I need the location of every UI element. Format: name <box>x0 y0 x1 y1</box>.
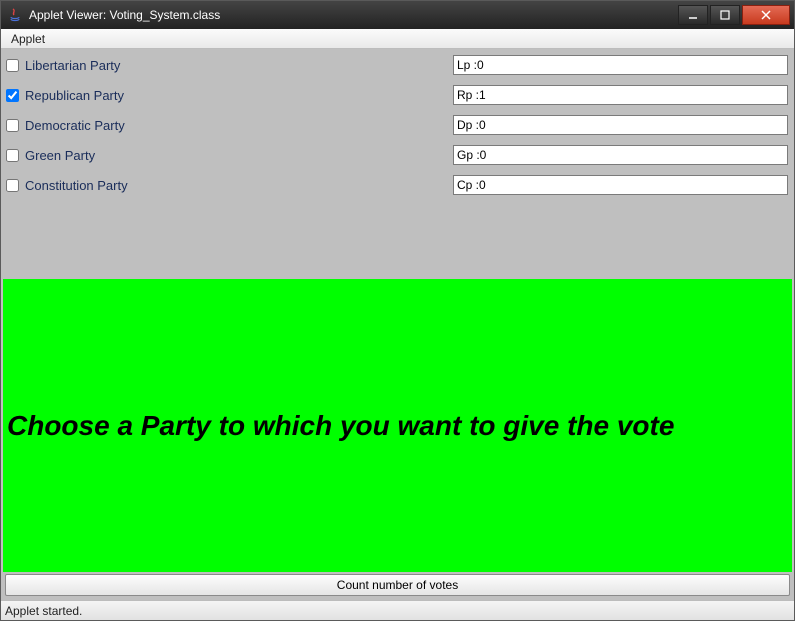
checkbox-libertarian[interactable] <box>6 59 19 72</box>
prompt-text: Choose a Party to which you want to give… <box>7 410 674 442</box>
party-row: Green Party <box>3 143 792 167</box>
field-green[interactable] <box>453 145 788 165</box>
party-panel: Libertarian Party Republican Party <box>3 49 792 279</box>
applet-content: Libertarian Party Republican Party <box>1 49 794 600</box>
window-buttons <box>676 5 790 25</box>
close-button[interactable] <box>742 5 790 25</box>
maximize-button[interactable] <box>710 5 740 25</box>
label-libertarian: Libertarian Party <box>25 58 120 73</box>
checkbox-green[interactable] <box>6 149 19 162</box>
field-democratic[interactable] <box>453 115 788 135</box>
party-row: Constitution Party <box>3 173 792 197</box>
checkbox-democratic[interactable] <box>6 119 19 132</box>
party-row: Democratic Party <box>3 113 792 137</box>
label-green: Green Party <box>25 148 95 163</box>
titlebar: Applet Viewer: Voting_System.class <box>1 1 794 29</box>
applet-viewer-window: Applet Viewer: Voting_System.class Apple… <box>0 0 795 621</box>
message-panel: Choose a Party to which you want to give… <box>3 279 792 572</box>
party-row: Republican Party <box>3 83 792 107</box>
statusbar: Applet started. <box>1 600 794 620</box>
label-democratic: Democratic Party <box>25 118 125 133</box>
menubar: Applet <box>1 29 794 49</box>
minimize-button[interactable] <box>678 5 708 25</box>
field-libertarian[interactable] <box>453 55 788 75</box>
button-panel: Count number of votes <box>3 572 792 598</box>
menu-applet[interactable]: Applet <box>5 30 51 48</box>
label-republican: Republican Party <box>25 88 124 103</box>
party-row: Libertarian Party <box>3 53 792 77</box>
window-title: Applet Viewer: Voting_System.class <box>29 8 676 22</box>
field-constitution[interactable] <box>453 175 788 195</box>
count-votes-button[interactable]: Count number of votes <box>5 574 790 596</box>
label-constitution: Constitution Party <box>25 178 128 193</box>
checkbox-republican[interactable] <box>6 89 19 102</box>
java-icon <box>7 7 23 23</box>
field-republican[interactable] <box>453 85 788 105</box>
checkbox-constitution[interactable] <box>6 179 19 192</box>
status-text: Applet started. <box>5 604 82 618</box>
